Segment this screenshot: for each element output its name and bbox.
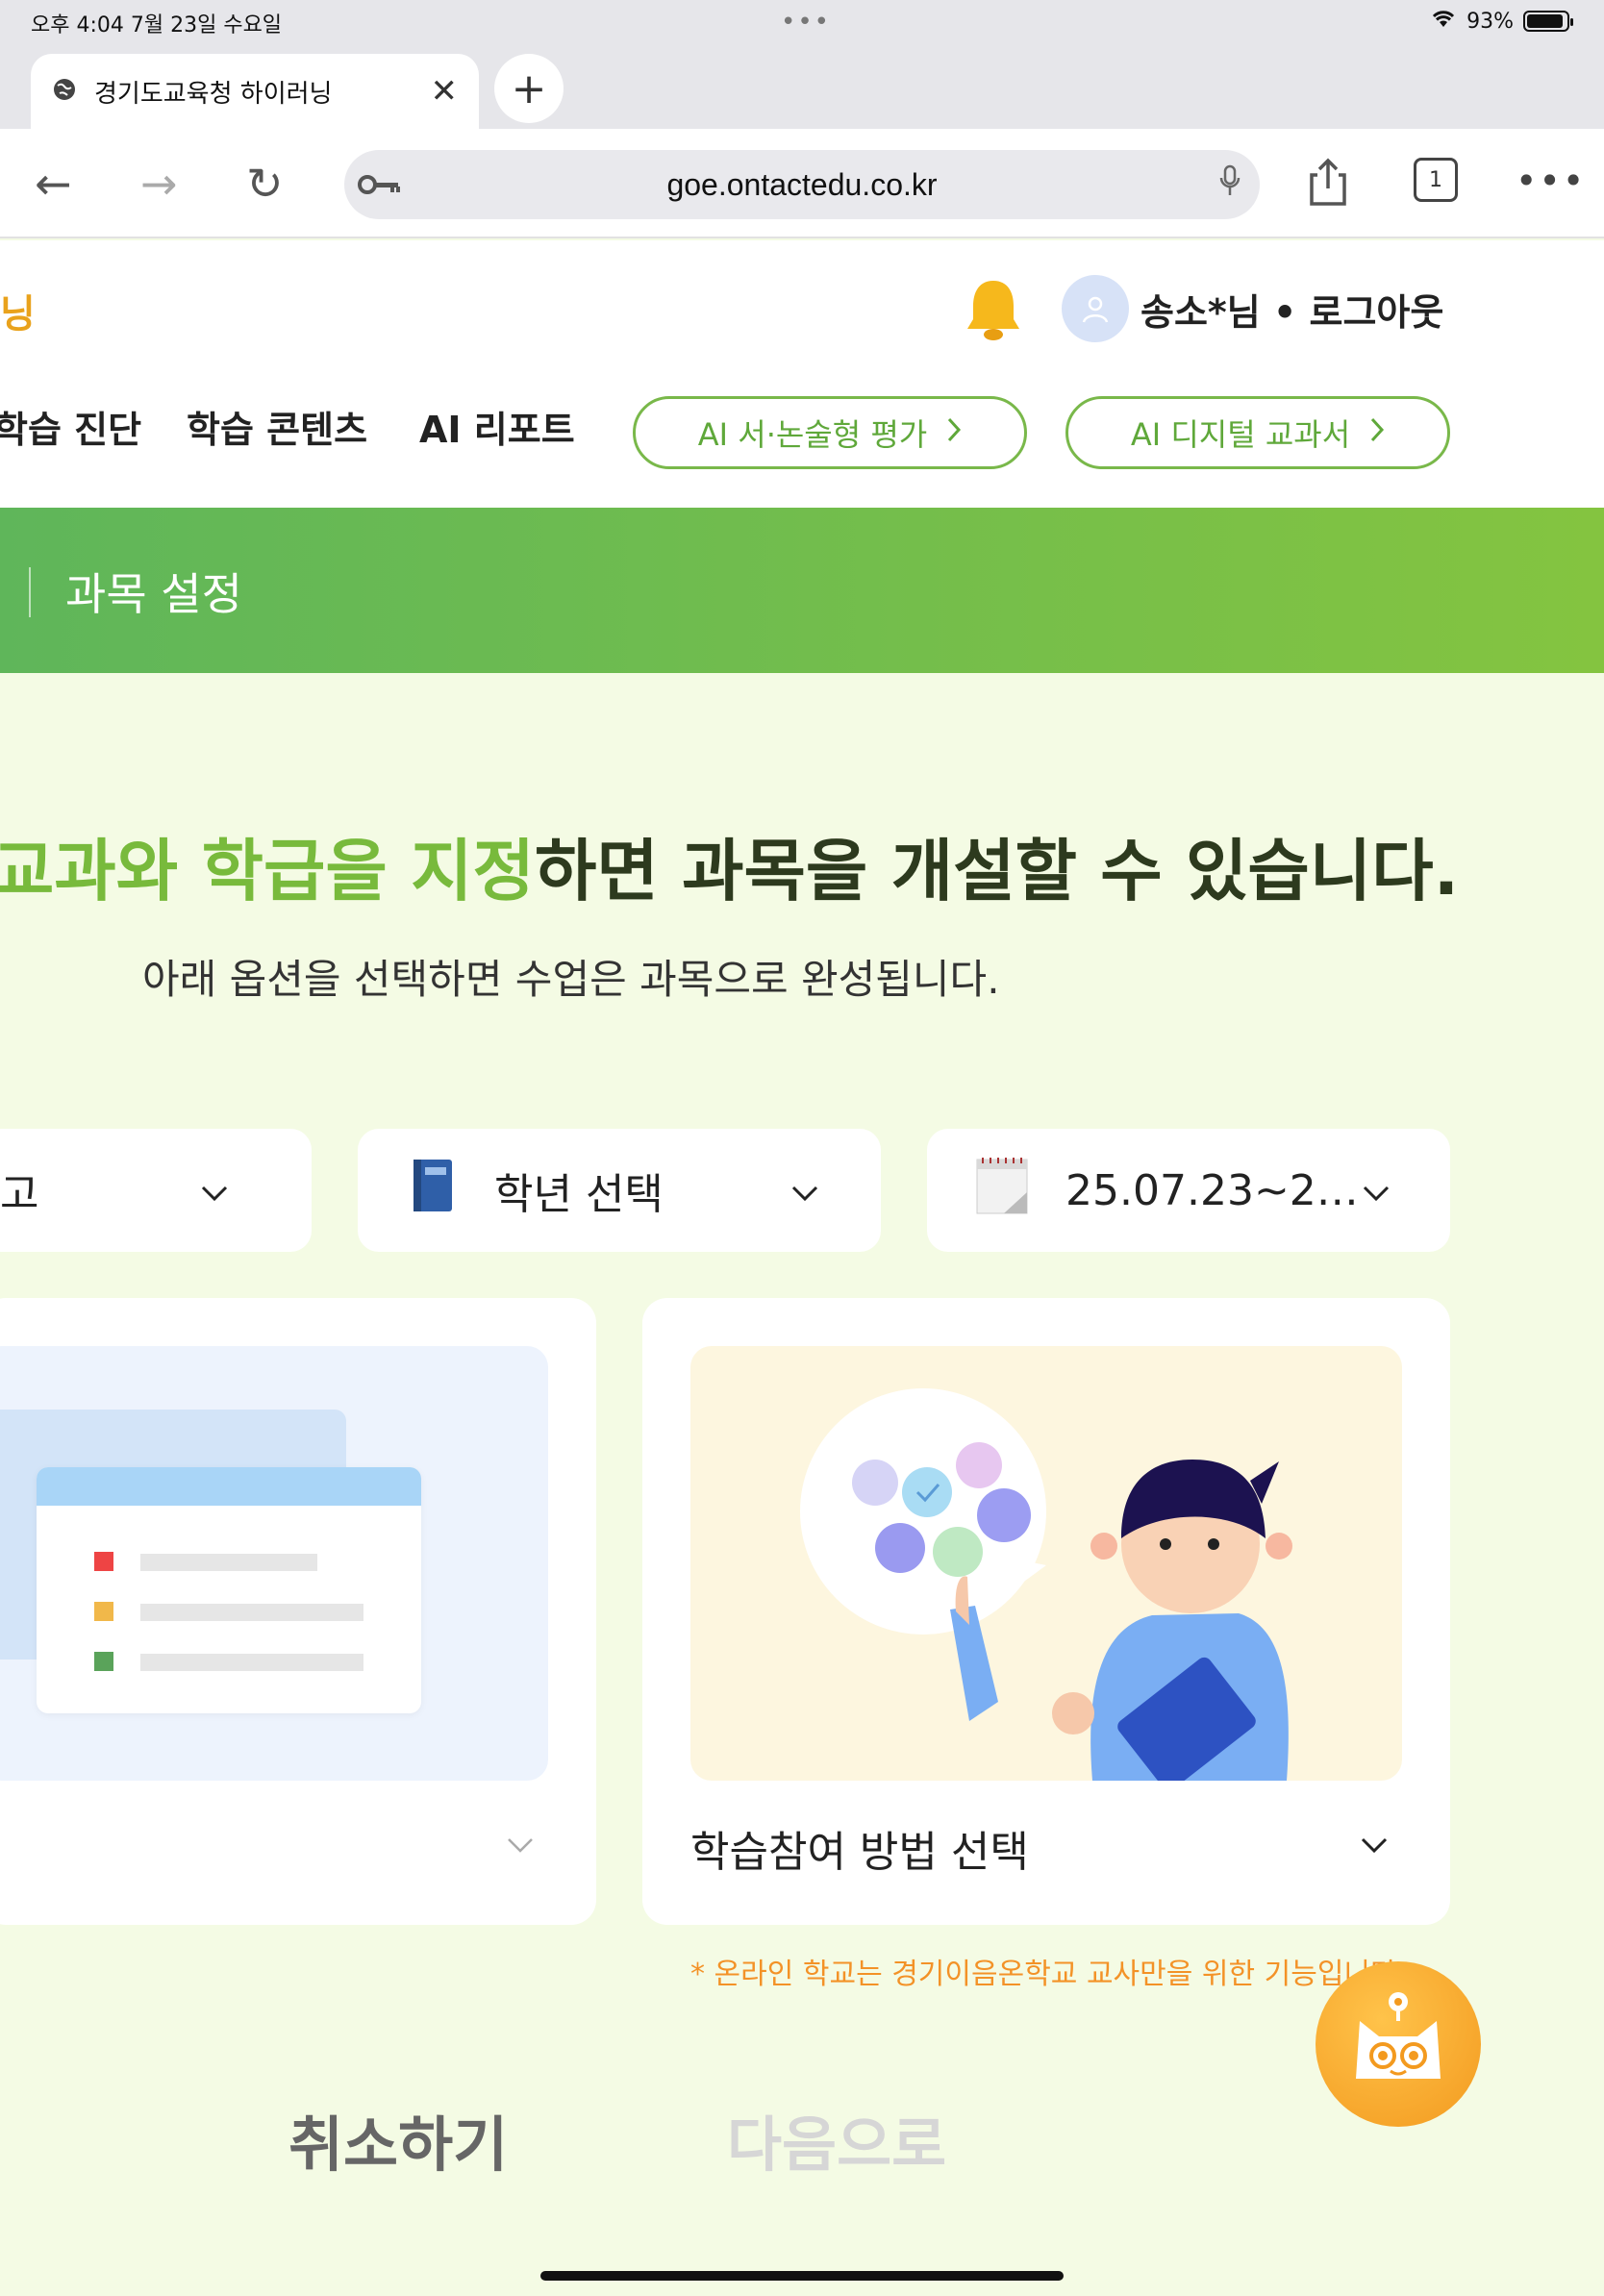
select-value: 고	[0, 1170, 39, 1219]
tab-title: 경기도교육청 하이러닝	[94, 79, 333, 109]
key-icon[interactable]	[358, 165, 402, 205]
headline-rest: 하면 과목을 개설할 수 있습니다.	[534, 832, 1460, 911]
nav-item-contents[interactable]: 학습 콘텐츠	[187, 400, 367, 453]
avatar[interactable]	[1062, 275, 1129, 342]
list-line	[140, 1654, 363, 1671]
ai-digital-textbook-button[interactable]: AI 디지털 교과서	[1065, 396, 1450, 469]
card-illustration	[690, 1346, 1402, 1781]
nav-item-ai-report[interactable]: AI 리포트	[419, 400, 575, 453]
user-logout-link[interactable]: 송소*님 • 로그아웃	[1140, 283, 1443, 336]
reload-icon[interactable]: ↻	[246, 158, 284, 210]
battery-percent: 93%	[1466, 9, 1514, 34]
online-school-note: * 온라인 학교는 경기이음온학교 교사만을 위한 기능입니다	[690, 1958, 1397, 1991]
red-square-icon	[94, 1552, 113, 1571]
cancel-button[interactable]: 취소하기	[288, 2096, 508, 2183]
chevron-down-icon	[506, 1836, 535, 1858]
select-value: 학년 선택	[494, 1170, 664, 1219]
headline: 교과와 학급을 지정하면 과목을 개설할 수 있습니다.	[0, 817, 1459, 914]
cat-mascot-icon	[1341, 1984, 1456, 2104]
browser-tab[interactable]: 경기도교육청 하이러닝 ✕	[31, 54, 479, 129]
status-time-date: 오후 4:04 7월 23일 수요일	[31, 13, 283, 37]
plus-icon: +	[511, 63, 547, 113]
chevron-down-icon	[200, 1171, 229, 1210]
chatbot-cat-button[interactable]	[1316, 1961, 1481, 2127]
chevron-down-icon	[1362, 1171, 1391, 1210]
back-icon[interactable]: ←	[35, 158, 72, 210]
period-select[interactable]: 25.07.23~2…	[927, 1129, 1450, 1252]
ai-essay-eval-button[interactable]: AI 서·논술형 평가	[633, 396, 1027, 469]
chevron-down-icon	[1360, 1836, 1389, 1858]
logo[interactable]: 닝	[0, 283, 36, 338]
grade-select[interactable]: 학년 선택	[358, 1129, 881, 1252]
browser-chrome: 오후 4:04 7월 23일 수요일 ••• 93% 경기도교육청 하이러닝 ✕…	[0, 0, 1604, 238]
new-tab-button[interactable]: +	[494, 54, 564, 123]
wifi-icon	[1430, 8, 1457, 35]
page-title: 과목 설정	[65, 568, 242, 620]
school-select[interactable]: 고	[0, 1129, 312, 1252]
share-icon[interactable]	[1306, 158, 1350, 218]
student-illustration	[800, 1388, 1292, 1781]
window-front	[37, 1467, 421, 1713]
subheadline: 아래 옵션을 선택하면 수업은 과목으로 완성됩니다.	[142, 956, 1000, 1003]
card-illustration	[0, 1346, 548, 1781]
window-title-bar	[37, 1467, 421, 1506]
chevron-right-icon	[946, 414, 962, 451]
status-right: 93%	[1430, 8, 1573, 35]
globe-icon	[52, 77, 77, 106]
site-header: 닝 송소*님 • 로그아웃 학습 진단 학습 콘텐츠 AI 리포트 AI 서·논…	[0, 240, 1604, 508]
participation-method-card[interactable]: 학습참여 방법 선택	[642, 1298, 1450, 1925]
list-line	[140, 1554, 317, 1571]
green-square-icon	[94, 1652, 113, 1671]
multitask-dots-icon[interactable]: •••	[781, 8, 831, 37]
chevron-right-icon	[1369, 414, 1385, 451]
address-bar[interactable]: goe.ontactedu.co.kr	[344, 150, 1260, 219]
book-icon	[408, 1156, 458, 1226]
browser-toolbar: ← → ↻ goe.ontactedu.co.kr 1 •••	[0, 129, 1604, 238]
home-indicator[interactable]	[540, 2271, 1064, 2281]
url-text: goe.ontactedu.co.kr	[666, 166, 938, 202]
forward-icon[interactable]: →	[140, 158, 178, 210]
headline-highlight: 교과와 학급을 지정	[0, 832, 535, 911]
calendar-icon	[975, 1154, 1031, 1228]
pill-label: AI 디지털 교과서	[1130, 416, 1351, 453]
card-label: 학습참여 방법 선택	[690, 1828, 1029, 1877]
tabs-icon[interactable]: 1	[1414, 158, 1458, 202]
close-icon[interactable]: ✕	[431, 72, 459, 111]
select-value: 25.07.23~2…	[1065, 1165, 1359, 1215]
chevron-down-icon	[790, 1171, 819, 1210]
bell-icon[interactable]	[962, 275, 1025, 359]
class-method-card[interactable]	[0, 1298, 596, 1925]
mic-icon[interactable]	[1219, 164, 1241, 205]
battery-icon	[1523, 11, 1573, 32]
pill-label: AI 서·논술형 평가	[697, 416, 928, 453]
next-button[interactable]: 다음으로	[727, 2096, 946, 2183]
nav-item-diagnosis[interactable]: 학습 진단	[0, 400, 141, 453]
banner-divider	[29, 567, 31, 617]
more-icon[interactable]: •••	[1516, 160, 1586, 202]
list-line	[140, 1604, 363, 1621]
yellow-square-icon	[94, 1602, 113, 1621]
page-banner: 과목 설정	[0, 508, 1604, 673]
